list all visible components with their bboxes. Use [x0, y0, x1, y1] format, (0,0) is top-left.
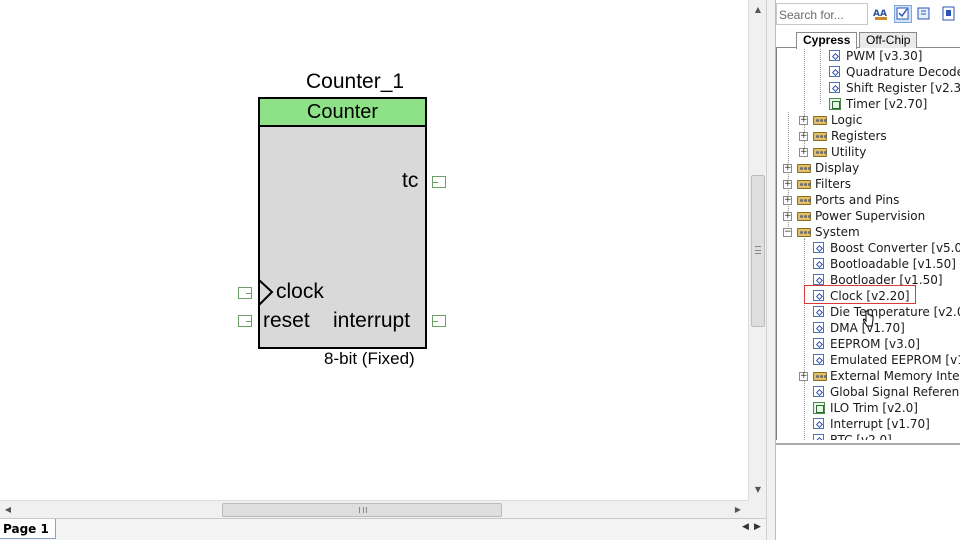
scroll-right-arrow-icon[interactable]: ▶: [730, 501, 746, 519]
scrollbar-corner: [748, 500, 766, 518]
component-icon: [829, 50, 840, 61]
folder-icon: [797, 212, 811, 221]
component-icon: [813, 338, 824, 349]
component-icon: [829, 66, 840, 77]
tree-item-label: Shift Register [v2.30: [846, 81, 960, 95]
pin-terminal-interrupt[interactable]: [432, 315, 446, 327]
tree-item-label: Emulated EEPROM [v1: [830, 353, 960, 367]
clock-input-triangle-icon: [258, 279, 274, 306]
tree-item-label: PWM [v3.30]: [846, 49, 923, 63]
tree-item-label: Power Supervision: [815, 209, 926, 223]
datasheet-preview-pane: [776, 443, 960, 540]
collapse-minus-icon[interactable]: −: [783, 228, 792, 237]
scroll-up-arrow-icon[interactable]: ▲: [749, 2, 767, 18]
expand-plus-icon[interactable]: +: [799, 372, 808, 381]
vertical-scroll-thumb[interactable]: [751, 175, 765, 327]
panel-splitter[interactable]: [766, 0, 776, 540]
page-tab-1[interactable]: Page 1: [0, 519, 56, 539]
component-configuration-label: 8-bit (Fixed): [324, 349, 415, 368]
pin-terminal-reset[interactable]: [238, 315, 252, 327]
folder-icon: [813, 116, 827, 125]
component-catalog-panel: AA Cypress Off-Chip PWM [v3.30] Quadratu…: [776, 0, 960, 540]
folder-icon: [797, 164, 811, 173]
tree-item-label: Die Temperature [v2.0: [830, 305, 960, 319]
horizontal-scroll-thumb[interactable]: [222, 503, 502, 517]
tree-item-label: Registers: [831, 129, 887, 143]
scroll-grip-icon: [755, 246, 761, 254]
mouse-cursor-icon: [863, 310, 874, 327]
expand-plus-icon[interactable]: +: [799, 132, 808, 141]
component-tree[interactable]: PWM [v3.30] Quadrature Decoder Shift Reg…: [776, 48, 960, 440]
catalog-tabs: Cypress Off-Chip: [776, 31, 960, 49]
tree-item-label: Filters: [815, 177, 851, 191]
tree-item-label: Logic: [831, 113, 863, 127]
tree-item-label: Boost Converter [v5.0]: [830, 241, 960, 255]
expand-plus-icon[interactable]: +: [783, 180, 792, 189]
page-prev-icon[interactable]: ◀: [742, 522, 749, 532]
folder-icon: [797, 180, 811, 189]
scroll-grip-icon: [359, 507, 367, 513]
expand-plus-icon[interactable]: +: [799, 148, 808, 157]
catalog-search-input[interactable]: [777, 5, 867, 25]
component-icon: [813, 418, 824, 429]
folder-icon: [797, 196, 811, 205]
tree-item-label: System: [815, 225, 860, 239]
timer-icon: [813, 402, 825, 414]
pin-terminal-tc[interactable]: [432, 176, 446, 188]
folder-icon: [813, 372, 827, 381]
tree-item-label: Global Signal Referenc: [830, 385, 960, 399]
tree-item-label: EEPROM [v3.0]: [830, 337, 920, 351]
component-icon: [813, 386, 824, 397]
component-instance-name: Counter_1: [306, 70, 405, 93]
tree-item-label: Display: [815, 161, 860, 175]
canvas-horizontal-scrollbar[interactable]: ◀ ▶: [0, 500, 748, 518]
component-icon: [813, 258, 824, 269]
expand-plus-icon[interactable]: +: [799, 116, 808, 125]
catalog-search-box[interactable]: [776, 3, 868, 25]
page-next-icon[interactable]: ▶: [754, 522, 761, 532]
component-icon: [813, 306, 824, 317]
sort-alpha-icon[interactable]: AA: [872, 5, 890, 23]
tree-item-label: Timer [v2.70]: [846, 97, 928, 111]
view-datasheet-icon[interactable]: [915, 5, 933, 23]
tree-item-label: Ports and Pins: [815, 193, 900, 207]
folder-icon: [813, 132, 827, 141]
timer-icon: [829, 98, 841, 110]
pin-label-interrupt: interrupt: [333, 309, 411, 332]
component-icon: [829, 82, 840, 93]
tab-off-chip[interactable]: Off-Chip: [859, 32, 918, 48]
canvas-vertical-scrollbar[interactable]: ▲ ▼: [748, 0, 766, 500]
schematic-canvas[interactable]: Counter_1 Counter tc clock reset interru…: [0, 0, 748, 500]
tree-item-label: External Memory Inter: [830, 369, 960, 383]
view-component-icon[interactable]: [894, 5, 912, 23]
component-icon: [813, 322, 824, 333]
scroll-down-arrow-icon[interactable]: ▼: [749, 482, 767, 498]
page-tab-bar: Page 1 ◀ ▶: [0, 518, 766, 540]
tree-item-label: Utility: [831, 145, 867, 159]
expand-plus-icon[interactable]: +: [783, 212, 792, 221]
scroll-left-arrow-icon[interactable]: ◀: [0, 501, 16, 519]
component-type-header: Counter: [260, 99, 425, 127]
add-library-icon[interactable]: [940, 5, 958, 23]
tree-item-label: Bootloadable [v1.50]: [830, 257, 956, 271]
clock-highlight-box: [804, 285, 916, 304]
tree-item-label: Quadrature Decoder: [846, 65, 960, 79]
pin-label-reset: reset: [263, 309, 310, 332]
pin-terminal-clock[interactable]: [238, 287, 252, 299]
component-icon: [813, 274, 824, 285]
folder-icon: [797, 228, 811, 237]
tree-item-label: ILO Trim [v2.0]: [830, 401, 918, 415]
tree-item-label: Interrupt [v1.70]: [830, 417, 930, 431]
pin-label-clock: clock: [276, 280, 324, 303]
folder-icon: [813, 148, 827, 157]
component-icon: [813, 354, 824, 365]
expand-plus-icon[interactable]: +: [783, 164, 792, 173]
pin-label-tc: tc: [402, 169, 419, 192]
tab-cypress[interactable]: Cypress: [796, 32, 858, 49]
component-icon: [813, 242, 824, 253]
expand-plus-icon[interactable]: +: [783, 196, 792, 205]
component-icon: [813, 434, 824, 440]
tree-item-label: RTC [v2.0]: [830, 433, 892, 440]
